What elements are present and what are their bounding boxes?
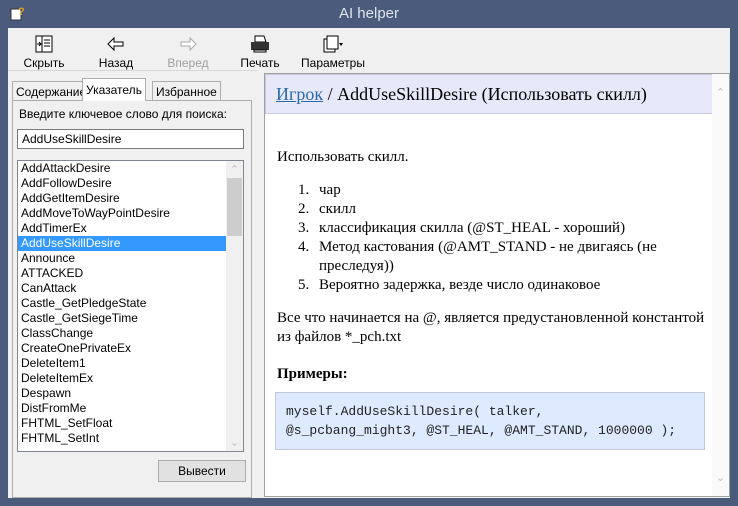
list-item[interactable]: Castle_GetPledgeState xyxy=(18,296,226,311)
list-item[interactable]: Castle_GetSiegeTime xyxy=(18,311,226,326)
list-item[interactable]: AddUseSkillDesire xyxy=(18,236,226,251)
list-item[interactable]: AddMoveToWayPointDesire xyxy=(18,206,226,221)
tab-favorites[interactable]: Избранное xyxy=(152,81,221,100)
printer-icon xyxy=(251,35,269,53)
scroll-thumb[interactable] xyxy=(227,178,242,236)
breadcrumb-link[interactable]: Игрок xyxy=(276,84,323,104)
note-text: Все что начинается на @, является предус… xyxy=(277,310,705,345)
list-item[interactable]: ATTACKED xyxy=(18,266,226,281)
window-title: AI helper xyxy=(338,5,400,22)
parameter-list: чарскиллклассификация скилла (@ST_HEAL -… xyxy=(313,181,707,295)
page-title: AddUseSkillDesire (Использовать скилл) xyxy=(337,84,647,104)
options-button[interactable]: Параметры xyxy=(297,32,369,72)
hide-icon xyxy=(35,35,53,53)
print-label: Печать xyxy=(240,56,280,70)
back-button[interactable]: Назад xyxy=(81,32,151,72)
tab-contents[interactable]: Содержание xyxy=(12,81,91,100)
parameter-item: Вероятно задержка, везде число одинаково… xyxy=(313,276,707,295)
examples-heading: Примеры: xyxy=(277,366,348,382)
list-item[interactable]: DeleteItem1 xyxy=(18,356,226,371)
scroll-up-icon[interactable]: ⌃ xyxy=(712,86,729,99)
parameter-item: скилл xyxy=(313,200,707,219)
parameter-item: Метод кастования (@AMT_STAND - не двигая… xyxy=(313,238,707,276)
hide-label: Скрыть xyxy=(23,56,65,70)
search-label: Введите ключевое слово для поиска: xyxy=(19,107,227,121)
list-item[interactable]: DeleteItemEx xyxy=(18,371,226,386)
list-item[interactable]: CreateOnePrivateEx xyxy=(18,341,226,356)
keyword-input[interactable] xyxy=(17,129,244,149)
display-button[interactable]: Вывести xyxy=(158,460,246,482)
keyword-list[interactable]: AddAttackDesire AddFollowDesire AddGetItem… xyxy=(17,160,244,452)
options-label: Параметры xyxy=(301,56,365,70)
breadcrumb-separator: / xyxy=(323,84,338,104)
list-item[interactable]: Announce xyxy=(18,251,226,266)
intro-text: Использовать скилл. xyxy=(277,149,409,165)
topic-scrollbar[interactable]: ⌃ ⌄ xyxy=(712,74,729,496)
list-item[interactable]: AddFollowDesire xyxy=(18,176,226,191)
navigation-pane: Содержание Указатель Избранное Введите к… xyxy=(8,70,258,498)
parameter-item: классификация скилла (@ST_HEAL - хороший… xyxy=(313,219,707,238)
parameter-item: чар xyxy=(313,181,707,200)
code-line: myself.AddUseSkillDesire( talker, xyxy=(286,404,544,419)
forward-button[interactable]: Вперед xyxy=(153,32,223,72)
arrow-left-icon xyxy=(107,36,124,52)
list-item[interactable]: CanAttack xyxy=(18,281,226,296)
scroll-down-icon[interactable]: ⌄ xyxy=(226,436,243,449)
hide-button[interactable]: Скрыть xyxy=(9,32,79,72)
list-item[interactable]: Despawn xyxy=(18,386,226,401)
topic-body: Использовать скилл. чарскиллклассификаци… xyxy=(275,148,707,450)
scroll-up-icon[interactable]: ⌃ xyxy=(226,163,243,176)
forward-label: Вперед xyxy=(167,56,209,70)
topic-header: Игрок / AddUseSkillDesire (Использовать … xyxy=(265,74,713,114)
list-item[interactable]: AddGetItemDesire xyxy=(18,191,226,206)
list-item[interactable]: FHTML_SetInt xyxy=(18,431,226,446)
list-item[interactable]: AddTimerEx xyxy=(18,221,226,236)
list-scrollbar[interactable]: ⌃ ⌄ xyxy=(226,161,243,451)
title-bar: ? AI helper xyxy=(0,0,738,28)
print-button[interactable]: Печать xyxy=(225,32,295,72)
arrow-right-icon xyxy=(180,36,197,52)
list-item[interactable]: DistFromMe xyxy=(18,401,226,416)
options-icon xyxy=(323,35,343,53)
scroll-down-icon[interactable]: ⌄ xyxy=(712,471,729,484)
tab-index[interactable]: Указатель xyxy=(82,78,146,101)
topic-pane: Игрок / AddUseSkillDesire (Использовать … xyxy=(264,73,730,497)
list-item[interactable]: AddAttackDesire xyxy=(18,161,226,176)
list-item[interactable]: ClassChange xyxy=(18,326,226,341)
back-label: Назад xyxy=(98,56,134,70)
list-item[interactable]: FHTML_SetFloat xyxy=(18,416,226,431)
code-line: @s_pcbang_might3, @ST_HEAL, @AMT_STAND, … xyxy=(286,423,677,438)
client-area: Скрыть Назад Вперед Печать Параметры Сод… xyxy=(8,28,730,498)
code-example: myself.AddUseSkillDesire( talker, @s_pcb… xyxy=(275,392,705,450)
